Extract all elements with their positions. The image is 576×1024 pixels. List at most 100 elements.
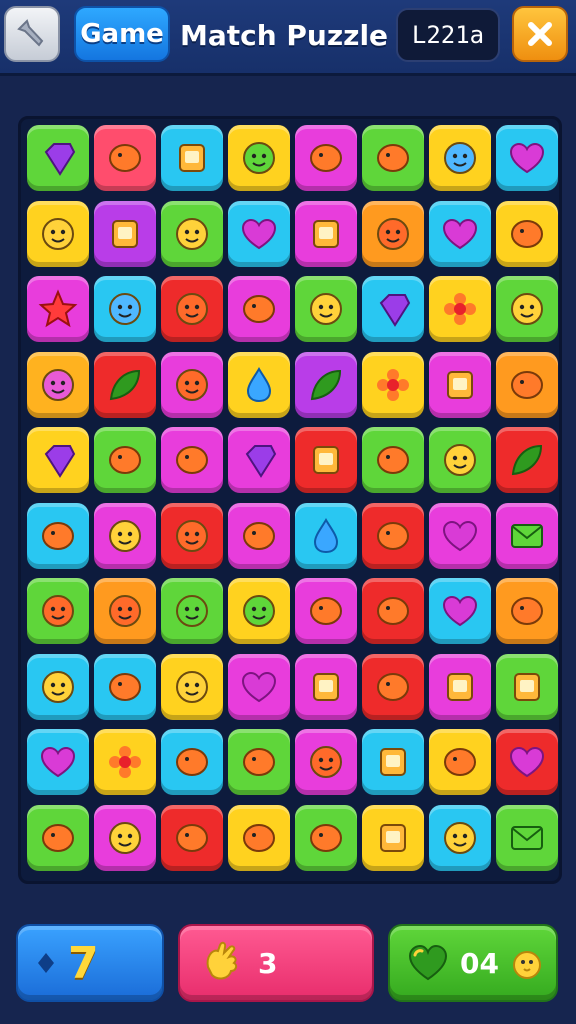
- game-tile[interactable]: [295, 427, 357, 493]
- close-button[interactable]: [512, 6, 568, 62]
- game-tile[interactable]: [429, 125, 491, 191]
- game-tile[interactable]: [27, 351, 89, 418]
- game-tile[interactable]: [362, 276, 424, 342]
- tool-button[interactable]: [4, 6, 60, 62]
- game-tile[interactable]: [496, 729, 558, 795]
- game-tile[interactable]: [362, 125, 424, 191]
- game-tile[interactable]: [295, 729, 357, 795]
- game-tile[interactable]: [94, 578, 156, 644]
- game-tile[interactable]: [161, 653, 223, 720]
- cherry-icon: [310, 144, 342, 172]
- game-tile[interactable]: [429, 653, 491, 720]
- game-tile[interactable]: [228, 502, 290, 569]
- game-tile[interactable]: [161, 578, 223, 644]
- candy-icon: [245, 445, 277, 478]
- game-tile[interactable]: [27, 427, 89, 493]
- game-tile[interactable]: [429, 804, 491, 871]
- orange-face-icon: [377, 217, 409, 250]
- game-tile[interactable]: [496, 427, 558, 493]
- game-tile[interactable]: [27, 578, 89, 644]
- game-tile[interactable]: [228, 200, 290, 267]
- feather-icon: [377, 672, 409, 701]
- game-tile[interactable]: [429, 276, 491, 342]
- orange-blob-icon: [243, 521, 275, 550]
- game-tile[interactable]: [295, 804, 357, 871]
- game-tile[interactable]: [161, 351, 223, 418]
- green-face-icon: [243, 142, 275, 174]
- game-tile[interactable]: [496, 653, 558, 720]
- game-tile[interactable]: [429, 502, 491, 569]
- game-tile[interactable]: [161, 276, 223, 342]
- game-tile[interactable]: [161, 804, 223, 871]
- game-button[interactable]: Game: [74, 6, 170, 62]
- game-tile[interactable]: [362, 653, 424, 720]
- game-tile[interactable]: [94, 804, 156, 871]
- milk-icon: [380, 748, 406, 776]
- game-tile[interactable]: [429, 200, 491, 267]
- game-tile[interactable]: [228, 578, 290, 644]
- drumstick-icon: [42, 823, 74, 852]
- game-tile[interactable]: [228, 653, 290, 720]
- game-tile[interactable]: [27, 502, 89, 569]
- game-tile[interactable]: [362, 351, 424, 418]
- letter-icon: [511, 523, 543, 548]
- game-tile[interactable]: [94, 276, 156, 342]
- game-tile[interactable]: [429, 729, 491, 795]
- game-tile[interactable]: [362, 804, 424, 871]
- game-tile[interactable]: [295, 351, 357, 418]
- game-tile[interactable]: [496, 351, 558, 418]
- game-tile[interactable]: [161, 427, 223, 493]
- game-tile[interactable]: [295, 200, 357, 267]
- orange-face-icon: [176, 293, 208, 325]
- game-tile[interactable]: [94, 200, 156, 267]
- game-tile[interactable]: [429, 578, 491, 644]
- game-tile[interactable]: [228, 729, 290, 795]
- blue-face-icon: [109, 293, 141, 325]
- game-tile[interactable]: [228, 351, 290, 418]
- game-tile[interactable]: [496, 804, 558, 871]
- game-tile[interactable]: [27, 200, 89, 267]
- game-tile[interactable]: [429, 427, 491, 493]
- game-tile[interactable]: [161, 502, 223, 569]
- game-tile[interactable]: [295, 276, 357, 342]
- game-tile[interactable]: [429, 351, 491, 418]
- game-tile[interactable]: [496, 502, 558, 569]
- game-tile[interactable]: [94, 502, 156, 569]
- game-tile[interactable]: [94, 653, 156, 720]
- game-tile[interactable]: [161, 125, 223, 191]
- heart-icon: [241, 218, 277, 249]
- speech-bubble-icon: [42, 521, 74, 550]
- game-tile[interactable]: [27, 125, 89, 191]
- game-tile[interactable]: [295, 125, 357, 191]
- game-tile[interactable]: [362, 200, 424, 267]
- chick-icon: [512, 951, 541, 979]
- hint-counter[interactable]: 3: [178, 924, 374, 1002]
- game-tile[interactable]: [161, 200, 223, 267]
- game-tile[interactable]: [27, 653, 89, 720]
- game-tile[interactable]: [27, 729, 89, 795]
- game-tile[interactable]: [94, 125, 156, 191]
- game-tile[interactable]: [94, 427, 156, 493]
- game-tile[interactable]: [27, 276, 89, 342]
- game-tile[interactable]: [94, 351, 156, 418]
- game-tile[interactable]: [161, 729, 223, 795]
- game-tile[interactable]: [228, 125, 290, 191]
- game-tile[interactable]: [496, 125, 558, 191]
- game-tile[interactable]: [295, 578, 357, 644]
- game-tile[interactable]: [496, 578, 558, 644]
- game-tile[interactable]: [228, 276, 290, 342]
- game-tile[interactable]: [27, 804, 89, 871]
- game-tile[interactable]: [362, 502, 424, 569]
- game-tile[interactable]: [362, 427, 424, 493]
- gem-icon: [379, 294, 411, 327]
- game-tile[interactable]: [295, 653, 357, 720]
- game-tile[interactable]: [94, 729, 156, 795]
- moves-value: 7: [68, 937, 99, 989]
- game-tile[interactable]: [362, 578, 424, 644]
- game-tile[interactable]: [496, 200, 558, 267]
- game-tile[interactable]: [362, 729, 424, 795]
- game-tile[interactable]: [228, 427, 290, 493]
- game-tile[interactable]: [228, 804, 290, 871]
- game-tile[interactable]: [496, 276, 558, 342]
- game-tile[interactable]: [295, 502, 357, 569]
